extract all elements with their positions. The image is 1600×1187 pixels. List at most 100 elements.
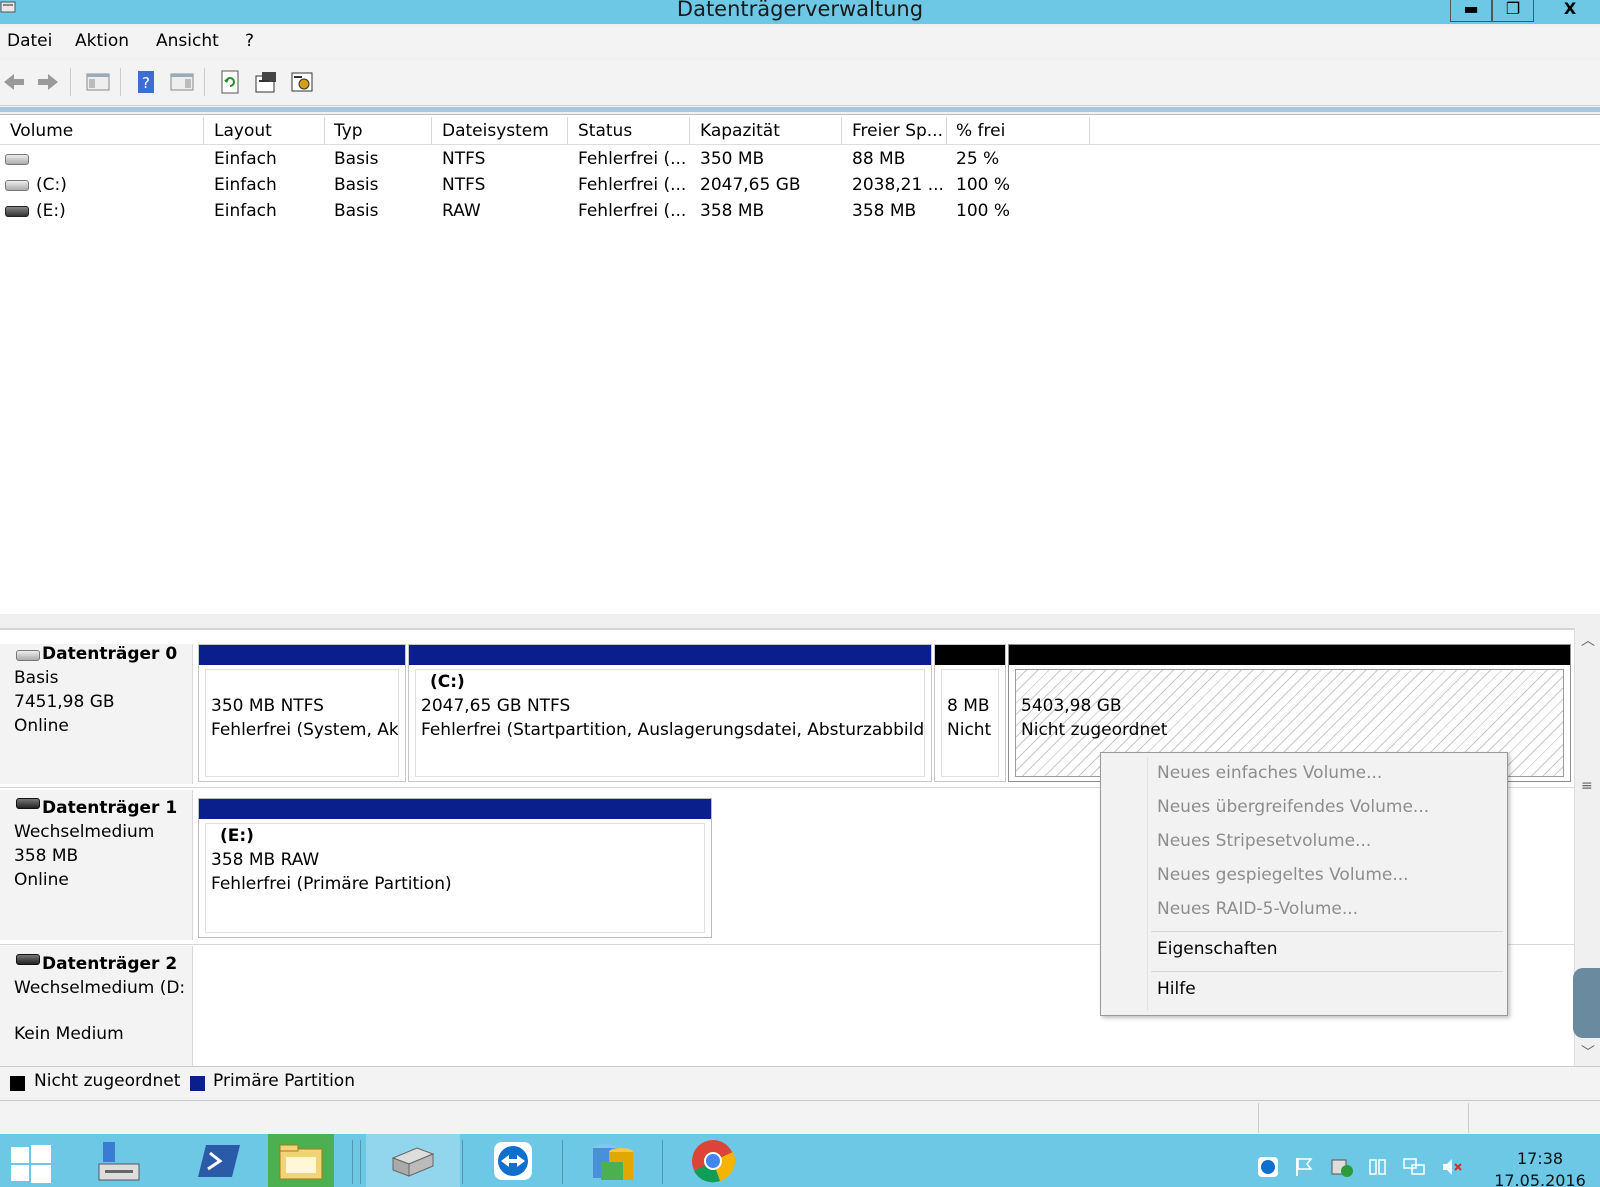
partition-bar <box>199 799 711 819</box>
cell-prozent: 100 % <box>956 201 1011 221</box>
refresh-icon[interactable] <box>216 68 244 96</box>
cell-dateisystem: NTFS <box>442 149 486 169</box>
partition-body: 8 MB Nicht <box>941 669 999 777</box>
partition-title: (E:) <box>220 826 254 846</box>
partition-status: Fehlerfrei (Startpartition, Auslagerungs… <box>421 720 924 740</box>
cell-frei: 88 MB <box>852 149 906 169</box>
cell-kapazitaet: 358 MB <box>700 201 765 221</box>
column-layout[interactable]: Layout <box>214 121 272 141</box>
column-typ[interactable]: Typ <box>334 121 363 141</box>
menu-aktion[interactable]: Aktion <box>75 31 129 51</box>
table-row[interactable]: (E:) Einfach Basis RAW Fehlerfrei (... 3… <box>0 199 1100 225</box>
flag-icon[interactable] <box>1292 1156 1316 1180</box>
scroll-thumb-grip-icon[interactable]: ≡ <box>1581 778 1593 794</box>
column-kapazitaet[interactable]: Kapazität <box>700 121 780 141</box>
partition-body: (C:) 2047,65 GB NTFS Fehlerfrei (Startpa… <box>415 669 925 777</box>
column-prozent-frei[interactable]: % frei <box>956 121 1005 141</box>
settings-icon[interactable] <box>288 68 316 96</box>
speaker-muted-icon[interactable] <box>1440 1156 1464 1180</box>
disk-2-label[interactable]: Datenträger 2 Wechselmedium (D: Kein Med… <box>0 946 193 1068</box>
partition-status: Fehlerfrei (System, Akt <box>211 720 398 740</box>
drive-icon <box>5 180 29 191</box>
menu-item-help[interactable]: Hilfe <box>1157 979 1196 999</box>
menu-datei[interactable]: Datei <box>7 31 52 51</box>
network-icon[interactable] <box>1402 1156 1426 1180</box>
cell-layout: Einfach <box>214 149 277 169</box>
menu-bar: Datei Aktion Ansicht ? <box>0 26 1600 58</box>
show-hide-console-tree-icon[interactable] <box>84 68 112 96</box>
menu-help[interactable]: ? <box>245 31 254 51</box>
help-icon[interactable]: ? <box>132 68 160 96</box>
disk-1-label[interactable]: Datenträger 1 Wechselmedium 358 MB Onlin… <box>0 790 193 940</box>
menu-item-properties[interactable]: Eigenschaften <box>1157 939 1277 959</box>
menu-item-new-simple-volume[interactable]: Neues einfaches Volume... <box>1157 763 1382 783</box>
network-adapter-icon[interactable] <box>1366 1156 1390 1180</box>
column-volume[interactable]: Volume <box>10 121 73 141</box>
partition-unallocated-small[interactable]: 8 MB Nicht <box>934 644 1006 782</box>
cell-status: Fehlerfrei (... <box>578 201 687 221</box>
powershell-icon[interactable] <box>184 1134 254 1187</box>
close-button[interactable]: X <box>1545 0 1595 22</box>
column-status[interactable]: Status <box>578 121 632 141</box>
removable-disk-icon <box>16 954 40 965</box>
teamviewer-tray-icon[interactable] <box>1256 1156 1280 1180</box>
drive-icon <box>5 154 29 165</box>
partition-c[interactable]: (C:) 2047,65 GB NTFS Fehlerfrei (Startpa… <box>408 644 932 782</box>
scroll-up-icon[interactable]: ︿ <box>1581 630 1595 650</box>
disk-size: 358 MB <box>14 846 79 866</box>
database-icon[interactable] <box>566 1134 660 1187</box>
partition-status: Nicht zugeordnet <box>1021 720 1168 740</box>
menu-item-new-spanned-volume[interactable]: Neues übergreifendes Volume... <box>1157 797 1429 817</box>
server-manager-icon[interactable] <box>84 1134 154 1187</box>
partition-bar <box>199 645 405 665</box>
security-icon[interactable] <box>1330 1156 1354 1180</box>
menu-item-new-raid5-volume[interactable]: Neues RAID-5-Volume... <box>1157 899 1358 919</box>
removable-drive-icon <box>5 206 29 217</box>
disk-0-label[interactable]: Datenträger 0 Basis 7451,98 GB Online <box>0 644 193 784</box>
back-arrow-icon[interactable] <box>0 68 28 96</box>
teamviewer-side-tab[interactable] <box>1573 968 1600 1038</box>
clock-time: 17:38 <box>1516 1149 1564 1168</box>
cell-layout: Einfach <box>214 201 277 221</box>
partition-size: 5403,98 GB <box>1021 696 1122 716</box>
cell-kapazitaet: 350 MB <box>700 149 765 169</box>
toolbar: ? <box>0 60 1600 106</box>
show-hide-action-pane-icon[interactable] <box>168 68 196 96</box>
partition-e[interactable]: (E:) 358 MB RAW Fehlerfrei (Primäre Part… <box>198 798 712 938</box>
disk-type: Wechselmedium (D: <box>14 978 186 998</box>
context-menu: Neues einfaches Volume... Neues übergrei… <box>1100 752 1508 1016</box>
menu-item-new-mirrored-volume[interactable]: Neues gespiegeltes Volume... <box>1157 865 1409 885</box>
start-icon[interactable] <box>0 1134 62 1187</box>
teamviewer-icon[interactable] <box>466 1134 560 1187</box>
menu-ansicht[interactable]: Ansicht <box>156 31 219 51</box>
legend: Nicht zugeordnet Primäre Partition <box>0 1066 1600 1098</box>
scroll-down-icon[interactable]: ﹀ <box>1581 1042 1595 1062</box>
clock[interactable]: 17:38 17.05.2016 <box>1490 1148 1590 1187</box>
table-row[interactable]: Einfach Basis NTFS Fehlerfrei (... 350 M… <box>0 147 1100 173</box>
legend-swatch-unallocated <box>10 1076 25 1091</box>
table-row[interactable]: (C:) Einfach Basis NTFS Fehlerfrei (... … <box>0 173 1100 199</box>
column-freier-speicher[interactable]: Freier Sp... <box>852 121 943 141</box>
disk-management-icon[interactable] <box>366 1134 460 1187</box>
partition-size: 8 MB <box>947 696 990 716</box>
cell-prozent: 25 % <box>956 149 1000 169</box>
partition-size: 358 MB RAW <box>211 850 320 870</box>
properties-icon[interactable] <box>252 68 280 96</box>
forward-arrow-icon[interactable] <box>34 68 62 96</box>
cell-status: Fehlerfrei (... <box>578 149 687 169</box>
cell-dateisystem: NTFS <box>442 175 486 195</box>
disk-status: Kein Medium <box>14 1024 124 1044</box>
menu-item-new-striped-volume[interactable]: Neues Stripesetvolume... <box>1157 831 1371 851</box>
chrome-icon[interactable] <box>666 1134 760 1187</box>
cell-status: Fehlerfrei (... <box>578 175 687 195</box>
partition-bar <box>1009 645 1570 665</box>
minimize-button[interactable]: ▬ <box>1450 0 1492 22</box>
partition-status: Fehlerfrei (Primäre Partition) <box>211 874 452 894</box>
partition-system-reserved[interactable]: 350 MB NTFS Fehlerfrei (System, Akt <box>198 644 406 782</box>
clock-date: 17.05.2016 <box>1494 1171 1586 1187</box>
legend-label-primary: Primäre Partition <box>213 1071 355 1091</box>
cell-volume: (C:) <box>36 175 67 195</box>
restore-button[interactable]: ❐ <box>1492 0 1534 22</box>
column-dateisystem[interactable]: Dateisystem <box>442 121 549 141</box>
file-explorer-icon[interactable] <box>268 1134 334 1187</box>
